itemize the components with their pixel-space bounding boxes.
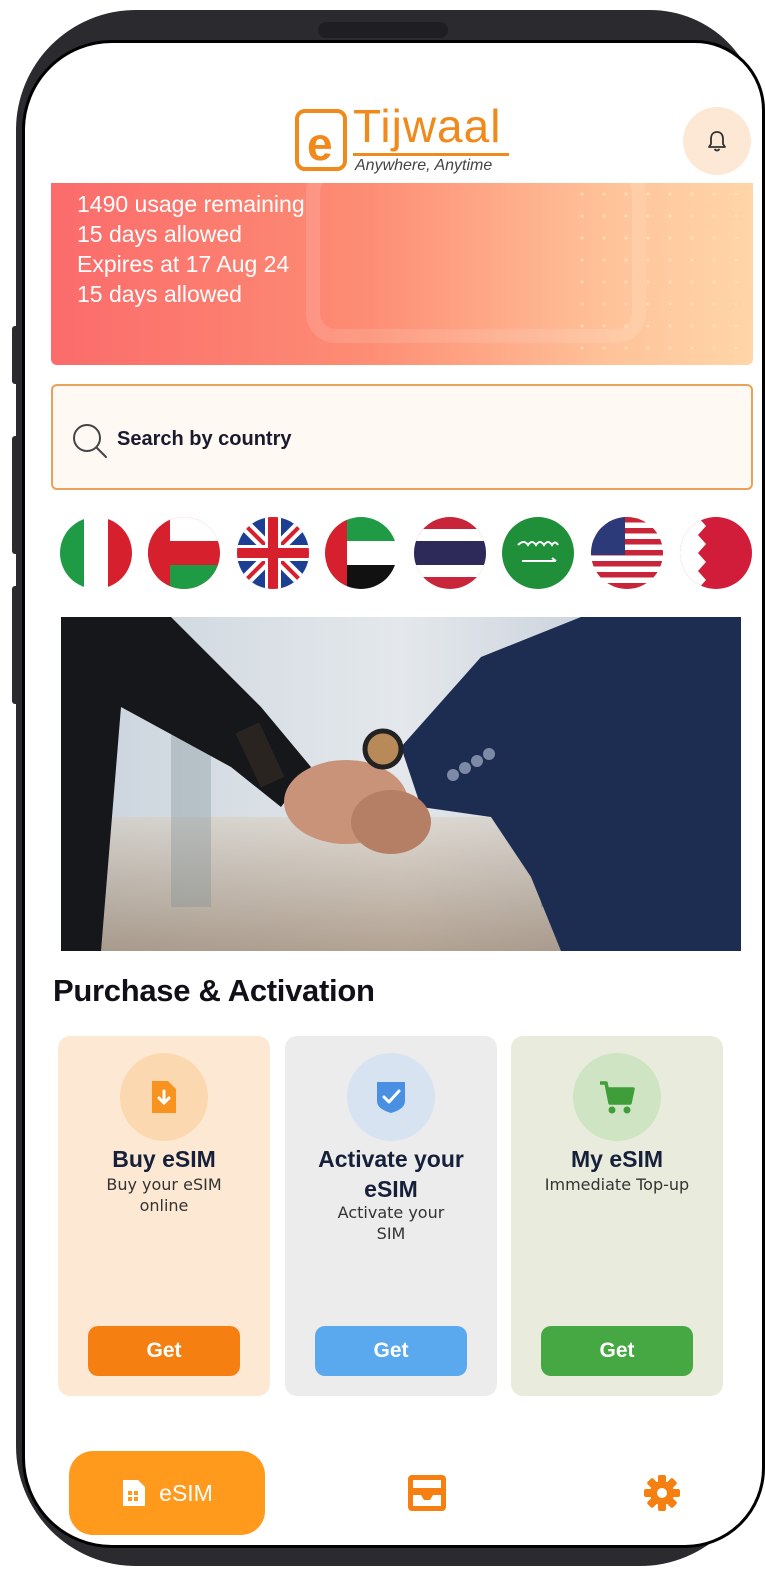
card-subtitle: Buy your eSIM online: [106, 1175, 222, 1215]
get-button[interactable]: Get: [88, 1326, 240, 1376]
flag-thailand[interactable]: [414, 517, 486, 589]
flag-united-states[interactable]: [591, 517, 663, 589]
usage-remaining-text: 1490 usage remaining: [77, 191, 305, 217]
phone-side-button-2: [12, 436, 20, 554]
flag-united-kingdom[interactable]: [237, 517, 309, 589]
section-title: Purchase & Activation: [53, 973, 375, 1008]
card-icon-circle: [573, 1053, 661, 1141]
notification-button[interactable]: [683, 107, 751, 175]
sim-card-icon: [123, 1480, 146, 1506]
flag-bahrain[interactable]: [680, 517, 752, 589]
flag-oman[interactable]: [148, 517, 220, 589]
expiry-text: Expires at 17 Aug 24: [77, 251, 290, 277]
gear-icon: [644, 1475, 680, 1511]
days-allowed-text: 15 days allowed: [77, 221, 242, 247]
get-button[interactable]: Get: [315, 1326, 467, 1376]
card-title: My eSIM: [570, 1146, 664, 1172]
nav-tab-esim[interactable]: eSIM: [69, 1451, 265, 1535]
inbox-icon: [408, 1475, 446, 1511]
logo-name: Tijwaal: [353, 100, 502, 152]
card-my-esim[interactable]: My eSIM Immediate Top-up Get: [511, 1036, 723, 1396]
days-allowed-text-2: 15 days allowed: [77, 281, 242, 307]
search-placeholder: Search by country: [117, 428, 292, 450]
search-input[interactable]: Search by country: [51, 384, 753, 490]
phone-screen: e Tijwaal Anywhere, Anytime 1490 usage r…: [22, 40, 765, 1548]
app-logo: e Tijwaal Anywhere, Anytime: [293, 103, 513, 178]
banner-network-pattern: [571, 183, 753, 365]
card-title: Activate your eSIM: [318, 1146, 464, 1202]
card-icon-circle: [347, 1053, 435, 1141]
sim-card-icon: [152, 1081, 176, 1113]
shield-check-icon: [377, 1082, 405, 1113]
flag-saudi-arabia[interactable]: [502, 517, 574, 589]
nav-tab-esim-label: eSIM: [159, 1479, 213, 1506]
promo-photo-handshake: [61, 617, 741, 951]
nav-tab-inbox[interactable]: [406, 1473, 448, 1513]
logo-mark: e: [295, 109, 347, 171]
logo-underline: [353, 153, 509, 156]
card-icon-circle: [120, 1053, 208, 1141]
card-activate-esim[interactable]: Activate your eSIM Activate your SIM Get: [285, 1036, 497, 1396]
logo-letter: e: [307, 118, 333, 170]
card-subtitle: Activate your SIM: [337, 1203, 445, 1243]
search-icon: [73, 424, 107, 458]
logo-tagline: Anywhere, Anytime: [355, 157, 493, 174]
nav-tab-settings[interactable]: [643, 1474, 681, 1512]
card-buy-esim[interactable]: Buy eSIM Buy your eSIM online Get: [58, 1036, 270, 1396]
phone-side-button-1: [12, 326, 20, 384]
get-button[interactable]: Get: [541, 1326, 693, 1376]
bell-icon: [708, 131, 726, 152]
card-title: Buy eSIM: [112, 1146, 216, 1172]
plan-status-banner[interactable]: 1490 usage remaining 15 days allowed Exp…: [51, 183, 753, 365]
card-subtitle: Immediate Top-up: [544, 1175, 690, 1194]
flag-italy[interactable]: [60, 517, 132, 589]
phone-notch: [318, 22, 448, 38]
cart-icon: [600, 1081, 635, 1114]
flag-uae[interactable]: [325, 517, 397, 589]
phone-side-button-3: [12, 586, 20, 704]
